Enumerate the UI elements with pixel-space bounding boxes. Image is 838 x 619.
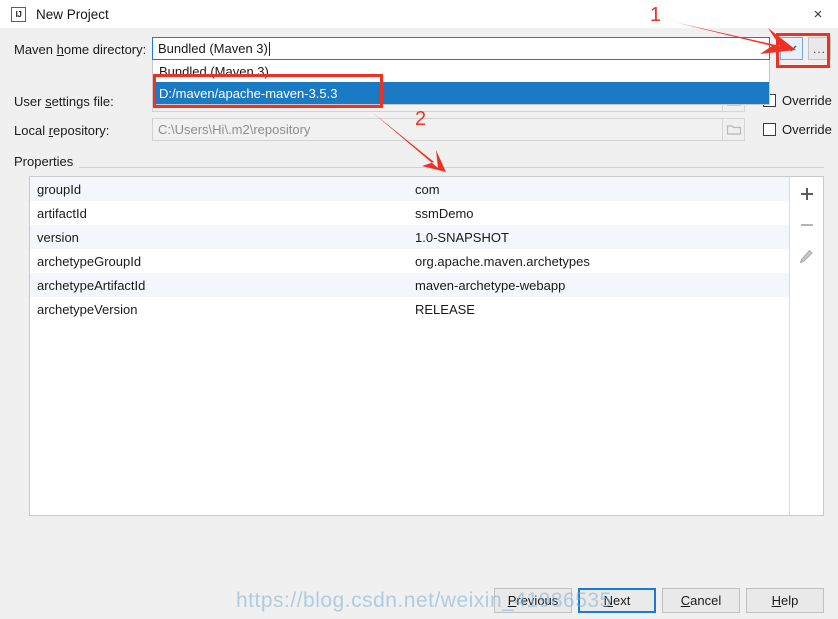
help-button[interactable]: Help [746, 588, 824, 613]
dropdown-item-bundled[interactable]: Bundled (Maven 3) [153, 60, 769, 82]
minus-icon [800, 224, 813, 226]
property-key: archetypeArtifactId [37, 277, 146, 293]
local-repository-label: Local repository: [14, 123, 110, 138]
table-row[interactable]: archetypeGroupId org.apache.maven.archet… [30, 249, 789, 273]
maven-home-browse-button[interactable]: ... [808, 37, 831, 60]
property-value: 1.0-SNAPSHOT [415, 229, 509, 245]
close-icon[interactable]: × [804, 2, 832, 26]
title-bar: IJ New Project × [0, 0, 838, 28]
remove-property-button[interactable] [796, 214, 818, 236]
property-value: org.apache.maven.archetypes [415, 253, 590, 269]
property-value: com [415, 181, 440, 197]
local-repository-input[interactable]: C:\Users\Hi\.m2\repository [152, 118, 744, 141]
table-row[interactable]: version 1.0-SNAPSHOT [30, 225, 789, 249]
property-key: version [37, 229, 79, 245]
property-key: archetypeVersion [37, 301, 138, 317]
window-title: New Project [36, 6, 109, 22]
user-settings-override-checkbox[interactable]: Override [763, 93, 832, 108]
properties-table: groupId com artifactId ssmDemo version 1… [29, 176, 824, 516]
user-settings-label: User settings file: [14, 94, 114, 109]
property-key: archetypeGroupId [37, 253, 142, 269]
properties-table-body: groupId com artifactId ssmDemo version 1… [30, 177, 789, 515]
property-key: groupId [37, 181, 82, 197]
maven-home-dropdown-button[interactable] [780, 37, 803, 60]
property-key: artifactId [37, 205, 87, 221]
plus-icon [800, 188, 813, 200]
override-label: Override [782, 122, 832, 137]
pencil-icon [799, 249, 813, 263]
properties-group-title: Properties [14, 154, 80, 169]
local-repository-browse-button[interactable] [722, 118, 745, 141]
maven-home-dropdown-list[interactable]: Bundled (Maven 3) D:/maven/apache-maven-… [152, 60, 770, 105]
cancel-button[interactable]: Cancel [662, 588, 740, 613]
properties-divider [14, 167, 824, 168]
table-row[interactable]: archetypeArtifactId maven-archetype-weba… [30, 273, 789, 297]
previous-button[interactable]: Previous [494, 588, 572, 613]
properties-table-toolbar [789, 177, 823, 515]
app-icon: IJ [11, 6, 26, 22]
property-value: maven-archetype-webapp [415, 277, 566, 293]
checkbox-box [763, 123, 776, 136]
chevron-down-icon [786, 45, 797, 52]
dropdown-item-custom-maven[interactable]: D:/maven/apache-maven-3.5.3 [153, 82, 769, 104]
property-value: ssmDemo [415, 205, 474, 221]
property-value: RELEASE [415, 301, 475, 317]
table-row[interactable]: archetypeVersion RELEASE [30, 297, 789, 321]
override-label: Override [782, 93, 832, 108]
add-property-button[interactable] [796, 183, 818, 205]
table-row[interactable]: groupId com [30, 177, 789, 201]
table-row[interactable]: artifactId ssmDemo [30, 201, 789, 225]
text-caret [268, 41, 270, 56]
edit-property-button[interactable] [796, 245, 818, 267]
folder-icon [726, 125, 741, 135]
local-repository-override-checkbox[interactable]: Override [763, 122, 832, 137]
maven-home-label: Maven home directory: [14, 42, 147, 57]
next-button[interactable]: Next [578, 588, 656, 613]
maven-home-input[interactable]: Bundled (Maven 3) [152, 37, 770, 60]
